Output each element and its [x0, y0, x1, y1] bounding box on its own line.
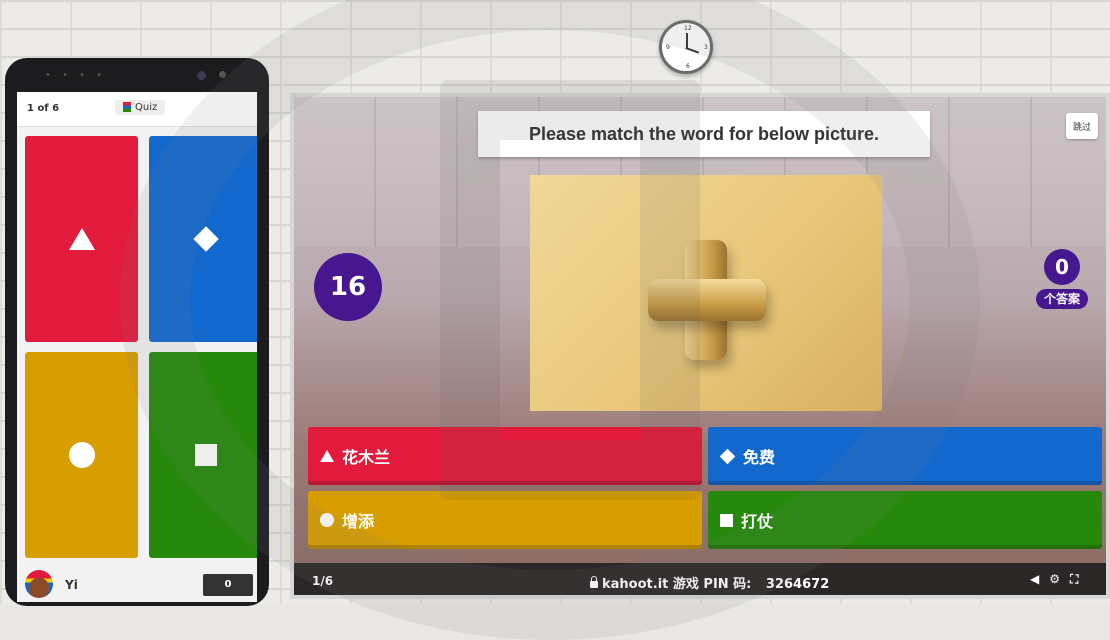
question-type-label: Quiz: [135, 102, 158, 113]
question-image: [530, 175, 882, 411]
triangle-icon: [320, 450, 334, 462]
diamond-icon: [719, 448, 736, 464]
answer-label: 免费: [743, 448, 776, 467]
answer-tile-green[interactable]: [149, 352, 257, 558]
quiz-icon: [123, 102, 131, 112]
game-screen: Please match the word for below picture.…: [290, 93, 1110, 599]
question-title: Please match the word for below picture.: [478, 111, 930, 157]
progress-indicator: 1/6: [312, 574, 334, 588]
wall-clock: 12 3 6 9: [659, 20, 713, 74]
sensor: [219, 71, 226, 78]
phone-header: 1 of 6 Quiz: [17, 92, 257, 127]
site-name: kahoot.it: [602, 577, 669, 592]
game-pin-info: kahoot.it 游戏 PIN 码: 3264672: [590, 573, 829, 592]
settings-icon[interactable]: ⚙: [1049, 572, 1070, 586]
answer-tile-yellow[interactable]: [25, 352, 138, 558]
answer-label: 花木兰: [342, 448, 391, 467]
phone-screen: 1 of 6 Quiz Yi 0: [17, 92, 257, 602]
circle-icon: [320, 513, 334, 527]
phone-device: • • • • 1 of 6 Quiz Yi 0: [5, 58, 269, 606]
pin-label: 游戏 PIN 码:: [672, 577, 752, 592]
plus-icon-bar: [648, 279, 766, 321]
answers-count-label: 个答案: [1036, 289, 1088, 309]
answers-count-number: 0: [1044, 249, 1080, 285]
answer-tile-blue[interactable]: [149, 136, 257, 342]
footer-controls: ◀⚙⛶: [1030, 572, 1088, 587]
speaker-grille: • • • •: [45, 70, 107, 81]
volume-icon[interactable]: ◀: [1030, 572, 1049, 586]
player-avatar: [25, 570, 53, 598]
skip-button[interactable]: 跳过: [1066, 113, 1098, 139]
question-counter: 1 of 6: [27, 103, 60, 114]
countdown-timer: 16: [314, 253, 382, 321]
game-footer: 1/6 kahoot.it 游戏 PIN 码: 3264672 ◀⚙⛶: [294, 563, 1106, 595]
answers-counter: 0 个答案: [1036, 249, 1088, 311]
answer-option-green[interactable]: 打仗: [708, 491, 1102, 549]
pin-number: 3264672: [765, 577, 830, 592]
question-type-badge: Quiz: [115, 100, 166, 115]
lock-icon: [590, 576, 598, 588]
triangle-icon: [68, 228, 95, 250]
player-footer: Yi 0: [17, 566, 257, 602]
fullscreen-icon[interactable]: ⛶: [1070, 572, 1088, 586]
player-name: Yi: [65, 578, 78, 592]
front-camera: [197, 71, 206, 80]
circle-icon: [68, 442, 95, 468]
square-icon: [720, 513, 733, 527]
player-score: 0: [203, 574, 253, 596]
diamond-icon: [192, 226, 219, 252]
square-icon: [194, 444, 217, 466]
answer-option-yellow[interactable]: 增添: [308, 491, 702, 549]
answer-tile-red[interactable]: [25, 136, 138, 342]
answer-option-red[interactable]: 花木兰: [308, 427, 702, 485]
answer-label: 打仗: [741, 512, 774, 531]
answer-option-blue[interactable]: 免费: [708, 427, 1102, 485]
answer-label: 增添: [342, 512, 375, 531]
